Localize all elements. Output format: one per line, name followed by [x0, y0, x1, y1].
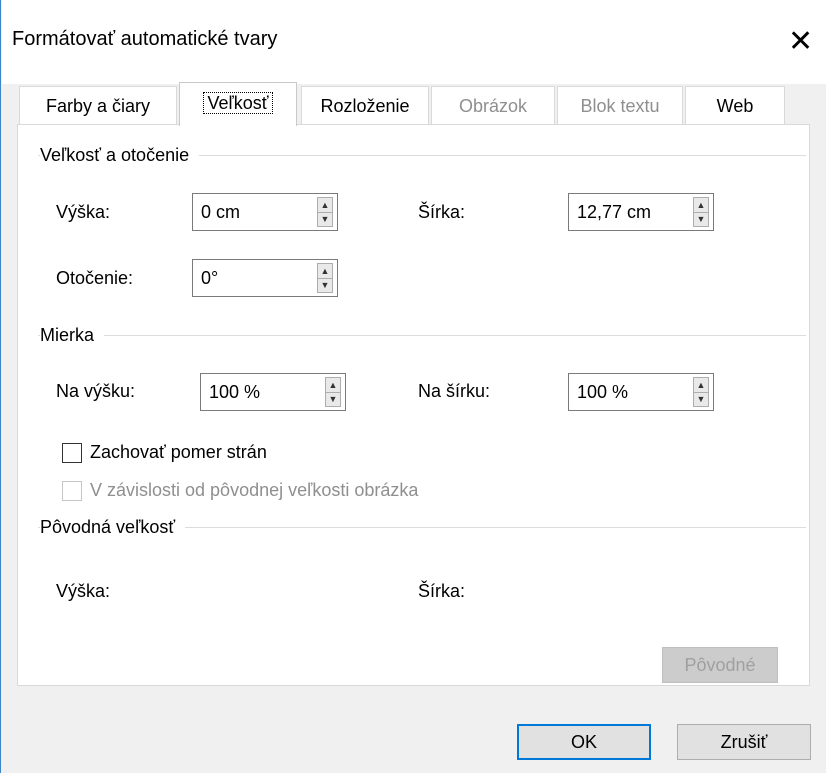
lock-aspect-checkbox[interactable]	[62, 443, 82, 463]
title-bar: Formátovať automatické tvary ✕	[2, 0, 826, 84]
spin-up-icon[interactable]: ▲	[694, 198, 708, 213]
rotation-label: Otočenie:	[56, 268, 134, 288]
original-size-heading: Pôvodná veľkosť	[40, 517, 186, 538]
height-value[interactable]: 0 cm	[201, 202, 240, 223]
height-spin-arrows[interactable]: ▲ ▼	[317, 197, 333, 227]
rotation-spinner[interactable]: 0° ▲ ▼	[192, 259, 338, 297]
spin-up-icon[interactable]: ▲	[318, 264, 332, 279]
spin-up-icon[interactable]: ▲	[318, 198, 332, 213]
format-autoshape-dialog: Formátovať automatické tvary ✕ Farby a č…	[0, 0, 826, 773]
tab-web[interactable]: Web	[685, 86, 785, 124]
ok-button[interactable]: OK	[517, 724, 651, 760]
tab-text-box: Blok textu	[557, 86, 683, 124]
spin-down-icon[interactable]: ▼	[694, 212, 708, 226]
spin-down-icon[interactable]: ▼	[694, 392, 708, 406]
lock-aspect-label[interactable]: Zachovať pomer strán	[90, 442, 267, 463]
scale-height-label: Na výšku:	[56, 381, 136, 401]
width-spin-arrows[interactable]: ▲ ▼	[693, 197, 709, 227]
separator	[38, 335, 806, 336]
scale-height-spin-arrows[interactable]: ▲ ▼	[325, 377, 341, 407]
close-icon[interactable]: ✕	[788, 22, 826, 62]
spin-down-icon[interactable]: ▼	[318, 212, 332, 226]
scale-width-spin-arrows[interactable]: ▲ ▼	[693, 377, 709, 407]
dialog-title: Formátovať automatické tvary	[12, 28, 278, 50]
width-label: Šírka:	[418, 202, 466, 222]
spin-up-icon[interactable]: ▲	[326, 378, 340, 393]
scale-height-value[interactable]: 100 %	[209, 382, 260, 403]
spin-down-icon[interactable]: ▼	[326, 392, 340, 406]
tab-layout[interactable]: Rozloženie	[301, 86, 429, 124]
relative-size-label: V závislosti od pôvodnej veľkosti obrázk…	[90, 480, 419, 500]
reset-button: Pôvodné	[662, 647, 778, 683]
size-rotate-heading: Veľkosť a otočenie	[40, 145, 200, 166]
scale-height-spinner[interactable]: 100 % ▲ ▼	[200, 373, 346, 411]
height-label: Výška:	[56, 202, 111, 222]
scale-width-spinner[interactable]: 100 % ▲ ▼	[568, 373, 714, 411]
original-height-label: Výška:	[56, 581, 111, 601]
spin-up-icon[interactable]: ▲	[694, 378, 708, 393]
spin-down-icon[interactable]: ▼	[318, 278, 332, 292]
height-spinner[interactable]: 0 cm ▲ ▼	[192, 193, 338, 231]
tab-colors-lines[interactable]: Farby a čiary	[19, 86, 177, 124]
cancel-button[interactable]: Zrušiť	[677, 724, 811, 760]
rotation-value[interactable]: 0°	[201, 268, 218, 289]
scale-width-value[interactable]: 100 %	[577, 382, 628, 403]
width-value[interactable]: 12,77 cm	[577, 202, 651, 223]
tab-size[interactable]: Veľkosť	[179, 82, 297, 126]
scale-width-label: Na šírku:	[418, 381, 491, 401]
tab-picture: Obrázok	[431, 86, 555, 124]
rotation-spin-arrows[interactable]: ▲ ▼	[317, 263, 333, 293]
relative-size-checkbox	[62, 481, 82, 501]
size-tab-panel: Veľkosť a otočenie Výška: 0 cm ▲ ▼ Šírka…	[17, 124, 810, 686]
width-spinner[interactable]: 12,77 cm ▲ ▼	[568, 193, 714, 231]
scale-heading: Mierka	[40, 325, 105, 346]
original-width-label: Šírka:	[418, 581, 466, 601]
